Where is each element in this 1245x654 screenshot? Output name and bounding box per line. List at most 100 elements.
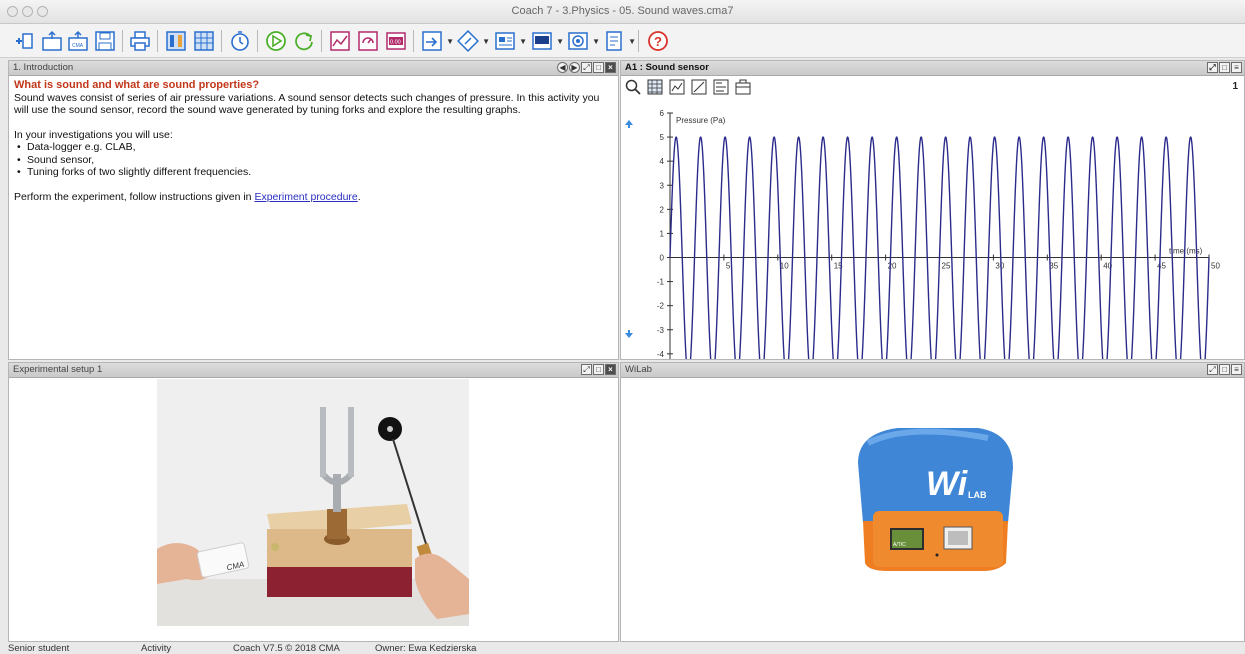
window-layout-button[interactable]: ▼ [493,29,527,53]
x-tick-label: 45 [1157,262,1166,271]
graph-button[interactable] [328,29,352,53]
reset-button[interactable] [292,29,316,53]
x-axis-label: time (ms) [1169,247,1203,256]
meter-icon [358,31,378,51]
status-owner: Owner: Ewa Kedzierska [375,643,477,654]
meter-button[interactable] [356,29,380,53]
device-brand-sub: LAB [968,490,987,500]
x-tick-label: 30 [995,262,1004,271]
value-display-button[interactable]: 0.00 [384,29,408,53]
y-tick-label: 0 [660,254,665,263]
window-title: Coach 7 - 3.Physics - 05. Sound waves.cm… [511,5,734,17]
save-icon [95,31,115,51]
help-icon: ? [648,31,668,51]
start-measurement-button[interactable] [264,29,288,53]
page-indicator: 1 [1232,81,1238,92]
save-button[interactable] [93,29,117,53]
sensor-panel-title: A1 : Sound sensor [625,62,709,73]
zoom-panel-button[interactable]: ⤢ [581,364,592,375]
pressure-chart: -6-5-4-3-2-101234565101520253035404550Pr… [657,109,1220,359]
sensors-icon [166,31,186,51]
value-display-icon: 0.00 [386,32,406,50]
y-tick-label: -2 [657,302,665,311]
wilab-panel: WiLab ⤢ □ ≡ Wi LAB A/TIC [620,362,1245,642]
pressure-series-line [669,136,1210,359]
graph-toolbar: 1 [621,77,1244,97]
page-button[interactable]: ▼ [602,29,636,53]
open-activity-icon [42,30,62,51]
y-tick-label: 5 [660,133,665,142]
new-activity-icon [16,33,33,49]
setup-panel-title: Experimental setup 1 [13,364,103,375]
maximize-panel-button[interactable]: □ [1219,62,1230,73]
svg-text:?: ? [654,34,662,49]
panel-content-button[interactable]: ▼ [530,29,564,53]
tuning-fork-photo: CMA [157,379,469,626]
zoom-icon[interactable] [625,79,641,95]
maximize-panel-button[interactable]: □ [593,62,604,73]
scroll-up-icon[interactable] [624,119,634,129]
slope-icon[interactable] [691,79,707,95]
scroll-down-icon[interactable] [624,329,634,339]
data-table-icon[interactable] [647,79,663,95]
timer-button[interactable] [228,29,252,53]
edit-tools-icon [457,30,479,52]
equipment-list: Data-logger e.g. CLAB, Sound sensor, Tun… [14,141,612,179]
toolbox-icon[interactable] [735,79,751,95]
status-copyright: Coach V7.5 © 2018 CMA [233,643,340,654]
timer-icon [231,31,249,51]
experiment-procedure-link[interactable]: Experiment procedure [254,191,357,203]
edit-tools-button[interactable]: ▼ [456,29,490,53]
scan-graph-icon[interactable] [669,79,685,95]
status-level: Senior student [8,643,70,654]
setup-panel: Experimental setup 1 ⤢ □ × CMA [8,362,619,642]
help-button[interactable]: ? [646,29,670,53]
setup-panel-header: Experimental setup 1 ⤢ □ × [9,363,618,378]
settings-button[interactable]: ▼ [566,29,600,53]
port-label: A/TIC [893,542,906,548]
data-tools-button[interactable]: ▼ [420,29,454,53]
status-mode: Activity [141,643,172,654]
maximize-panel-button[interactable]: □ [593,364,604,375]
graph-icon [330,31,350,51]
main-toolbar: CMA 0.00 ▼ ▼ ▼ ▼ ▼ ▼ ? [0,24,1245,58]
zoom-panel-button[interactable]: ⤢ [1207,364,1218,375]
y-tick-label: -4 [657,350,665,359]
open-activity-button[interactable] [40,29,64,53]
open-cma-icon: CMA [68,30,88,51]
intro-text: What is sound and what are sound propert… [14,79,612,203]
new-activity-button[interactable] [12,29,36,53]
y-tick-label: 6 [660,109,665,118]
forward-button[interactable]: ▶ [569,62,580,73]
wilab-panel-title: WiLab [625,364,652,375]
maximize-panel-button[interactable]: □ [1219,364,1230,375]
start-measurement-icon [266,31,286,51]
close-panel-button[interactable]: × [605,62,616,73]
intro-paragraph: Perform the experiment, follow instructi… [14,190,361,203]
list-item: Tuning forks of two slightly different f… [14,166,612,179]
intro-paragraph: Sound waves consist of series of air pre… [14,91,600,117]
wilab-panel-header: WiLab ⤢ □ ≡ [621,363,1244,378]
back-button[interactable]: ◀ [557,62,568,73]
intro-heading: What is sound and what are sound propert… [14,79,260,91]
sensors-button[interactable] [164,29,188,53]
x-tick-label: 25 [942,262,951,271]
y-tick-label: 3 [660,181,665,190]
intro-panel: 1. Introduction ◀ ▶ ⤢ □ × What is sound … [8,60,619,360]
title-bar: Coach 7 - 3.Physics - 05. Sound waves.cm… [0,0,1245,24]
settings-diagram-icon[interactable] [713,79,729,95]
print-button[interactable] [128,29,152,53]
y-tick-label: 4 [660,157,665,166]
open-cma-button[interactable]: CMA [66,29,90,53]
y-tick-label: 1 [660,229,665,238]
zoom-panel-button[interactable]: ⤢ [581,62,592,73]
close-panel-button[interactable]: × [605,364,616,375]
panel-menu-button[interactable]: ≡ [1231,62,1242,73]
panel-menu-button[interactable]: ≡ [1231,364,1242,375]
page-icon [606,31,622,51]
settings-icon [568,32,588,50]
table-button[interactable] [192,29,216,53]
list-item: Sound sensor, [14,154,612,167]
window-layout-icon [495,32,515,50]
zoom-panel-button[interactable]: ⤢ [1207,62,1218,73]
